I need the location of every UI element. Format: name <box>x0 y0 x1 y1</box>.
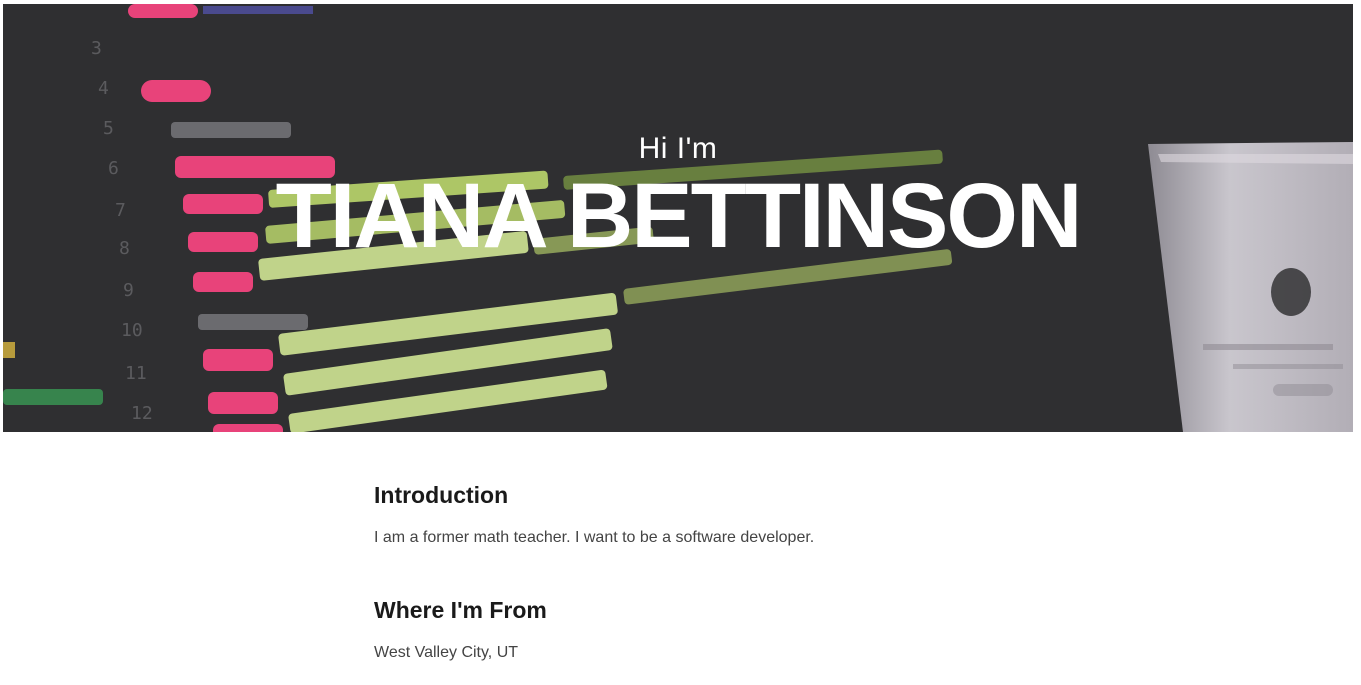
svg-text:4: 4 <box>98 78 109 99</box>
introduction-text: I am a former math teacher. I want to be… <box>374 529 815 546</box>
hero-name: TIANA BETTINSON <box>275 165 1083 267</box>
svg-text:9: 9 <box>123 280 134 301</box>
svg-text:3: 3 <box>91 38 102 59</box>
introduction-heading: Introduction <box>374 482 509 508</box>
svg-text:12: 12 <box>131 403 153 424</box>
where-from-heading: Where I'm From <box>374 597 547 623</box>
svg-text:10: 10 <box>121 320 143 341</box>
where-from-text: West Valley City, UT <box>374 644 519 661</box>
hero-greeting: Hi I'm <box>638 132 718 165</box>
hero-banner: 3 4 5 6 7 8 9 10 11 12 Hi I'm TIANA BETT… <box>3 4 1353 432</box>
svg-text:11: 11 <box>125 363 147 384</box>
